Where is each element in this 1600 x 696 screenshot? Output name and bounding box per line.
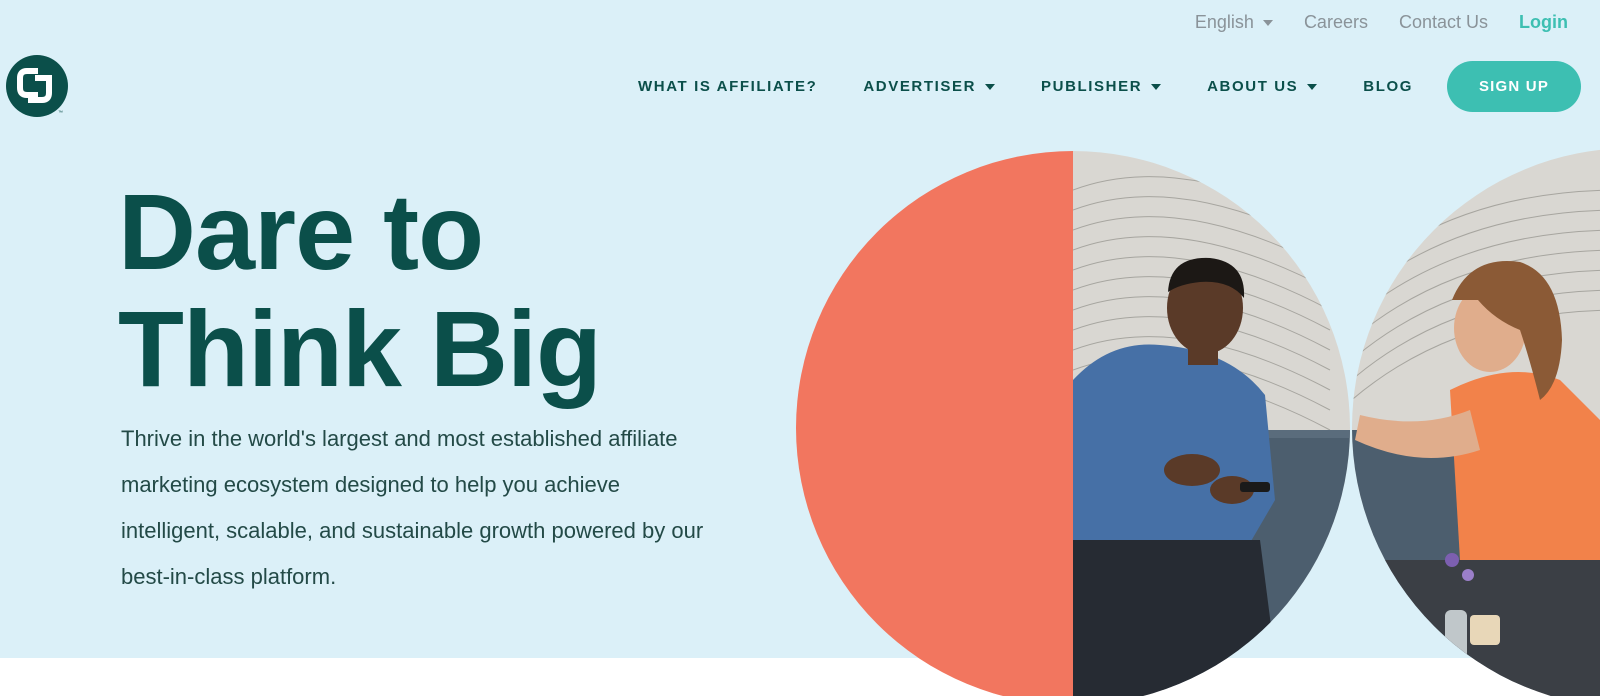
- photo-circle-man: [1073, 151, 1350, 696]
- hero-graphic: [796, 148, 1600, 696]
